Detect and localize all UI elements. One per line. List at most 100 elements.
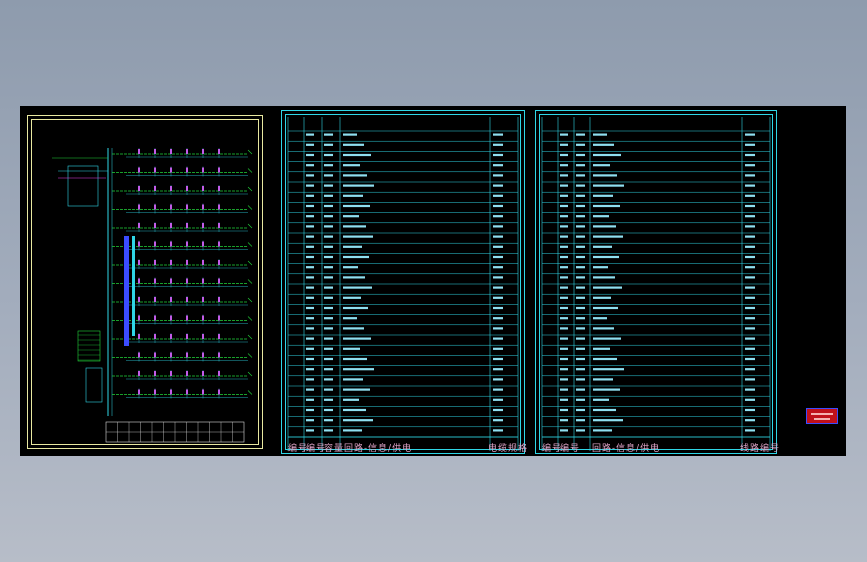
cell-text bbox=[306, 337, 314, 340]
cell-text bbox=[576, 184, 585, 187]
cell-text bbox=[560, 286, 568, 289]
cell-text bbox=[745, 286, 755, 289]
cell-text bbox=[560, 164, 568, 167]
cell-text bbox=[343, 286, 372, 289]
cell-text bbox=[306, 388, 314, 391]
cell-text bbox=[306, 296, 314, 299]
cell-text bbox=[306, 327, 314, 330]
incoming-panel bbox=[67, 165, 99, 207]
cell-text bbox=[745, 133, 755, 136]
cell-text bbox=[576, 194, 585, 197]
feeder-arrow bbox=[247, 279, 253, 284]
cell-text bbox=[560, 408, 568, 412]
cell-text bbox=[560, 317, 568, 320]
feeder-arrow bbox=[247, 260, 253, 266]
cell-text bbox=[493, 184, 503, 187]
cell-text bbox=[343, 337, 371, 340]
cell-text bbox=[593, 398, 609, 401]
cell-text bbox=[306, 276, 314, 279]
feeder-arrow bbox=[247, 186, 253, 192]
cell-text bbox=[493, 153, 503, 157]
cell-text bbox=[306, 164, 314, 167]
cell-text bbox=[745, 357, 755, 361]
cell-text bbox=[560, 429, 568, 432]
cell-text bbox=[306, 204, 314, 208]
cell-text bbox=[493, 225, 503, 228]
cell-text bbox=[745, 143, 755, 146]
cell-text bbox=[560, 276, 568, 279]
cell-text bbox=[324, 235, 333, 238]
cell-text bbox=[576, 296, 585, 299]
cell-text bbox=[593, 143, 614, 146]
cell-text bbox=[324, 184, 333, 187]
cell-text bbox=[576, 276, 585, 279]
cell-text bbox=[560, 357, 568, 361]
cell-text bbox=[324, 174, 333, 177]
cell-text bbox=[324, 204, 333, 208]
cell-text bbox=[593, 408, 616, 412]
cell-text bbox=[324, 266, 333, 269]
cell-text bbox=[576, 408, 585, 412]
cad-drawing-canvas[interactable]: 编号 编号 容量 回路-信息/供电 电缆规格 编号 编号 回路-信息/供电 线路… bbox=[20, 106, 846, 456]
cell-text bbox=[745, 327, 755, 330]
cell-text bbox=[593, 255, 619, 259]
aux-block bbox=[85, 367, 103, 403]
cell-text bbox=[745, 347, 755, 350]
cell-text bbox=[324, 225, 333, 228]
cell-text bbox=[593, 327, 614, 330]
cell-text bbox=[493, 317, 503, 320]
cell-text bbox=[745, 184, 755, 187]
cell-text bbox=[560, 378, 568, 381]
cell-text bbox=[576, 388, 585, 391]
cell-text bbox=[306, 317, 314, 320]
cell-text bbox=[560, 419, 568, 422]
cell-text bbox=[306, 378, 314, 381]
cell-text bbox=[343, 174, 367, 177]
cell-text bbox=[493, 347, 503, 350]
cell-text bbox=[576, 368, 585, 371]
cell-text bbox=[324, 337, 333, 340]
cell-text bbox=[593, 276, 615, 279]
cell-text bbox=[745, 378, 755, 381]
cell-text bbox=[593, 235, 623, 238]
cell-text bbox=[576, 133, 585, 136]
cell-text bbox=[745, 429, 755, 432]
cell-text bbox=[560, 215, 568, 218]
cell-text bbox=[745, 194, 755, 197]
feeder-arrow bbox=[247, 390, 253, 395]
cell-text bbox=[593, 245, 612, 248]
circuit-table-sheet-1: 编号 编号 容量 回路-信息/供电 电缆规格 bbox=[281, 110, 529, 454]
table2-header-col3: 回路-信息/供电 bbox=[592, 444, 661, 454]
cell-text bbox=[343, 419, 373, 422]
cell-text bbox=[343, 245, 362, 248]
table1-header-col1: 编号 bbox=[288, 444, 309, 454]
table2-header-col2: 编号 bbox=[560, 444, 581, 454]
cell-text bbox=[343, 388, 370, 391]
table2-header-col1: 编号 bbox=[542, 444, 563, 454]
cell-text bbox=[493, 357, 503, 361]
cell-text bbox=[306, 408, 314, 412]
cell-text bbox=[493, 276, 503, 279]
cell-text bbox=[324, 215, 333, 218]
cell-text bbox=[306, 174, 314, 177]
cell-text bbox=[343, 276, 365, 279]
cell-text bbox=[493, 429, 503, 432]
cell-text bbox=[576, 204, 585, 208]
cell-text bbox=[343, 378, 363, 381]
cell-text bbox=[306, 143, 314, 146]
cell-text bbox=[593, 378, 613, 381]
cell-text bbox=[324, 143, 333, 146]
cell-text bbox=[493, 266, 503, 269]
table1-header-col5: 电缆规格 bbox=[488, 444, 529, 454]
cell-text bbox=[745, 153, 755, 157]
cell-text bbox=[576, 306, 585, 310]
cell-text bbox=[324, 296, 333, 299]
cell-text bbox=[493, 296, 503, 299]
cell-text bbox=[576, 235, 585, 238]
cell-text bbox=[493, 133, 503, 136]
cell-text bbox=[343, 184, 374, 187]
cell-text bbox=[324, 194, 333, 197]
cell-text bbox=[576, 398, 585, 401]
cell-text bbox=[324, 276, 333, 279]
cell-text bbox=[560, 133, 568, 136]
